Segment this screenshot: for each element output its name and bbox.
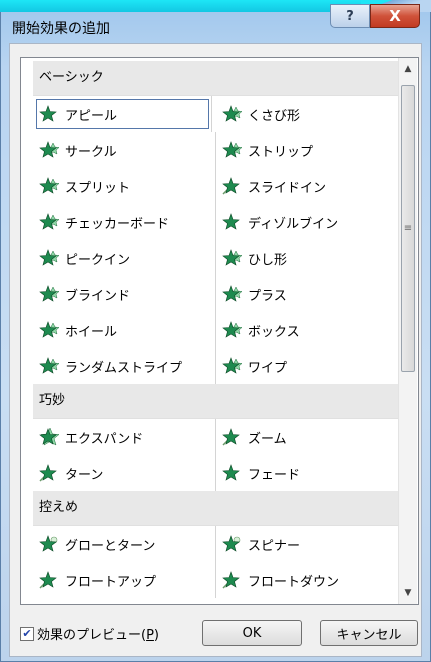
star-burst-icon [39,249,61,267]
effect-item[interactable]: プラス [216,276,403,312]
star-burst-icon [39,321,61,339]
star-fly-icon [39,464,61,482]
star-fly-icon [222,177,244,195]
effect-item[interactable]: ボックス [216,312,403,348]
help-button[interactable]: ? [330,4,370,28]
star-glow-icon [39,535,61,553]
star-burst-icon [39,285,61,303]
star-burst-icon [222,285,244,303]
star-burst-icon [39,213,61,231]
effect-item[interactable]: ホイール [33,312,216,348]
star-fly-icon [39,571,61,589]
effect-item[interactable]: フェード [216,455,403,491]
category-header: 控えめ [33,491,403,526]
cancel-button[interactable]: キャンセル [320,620,418,646]
checkbox-box[interactable]: ✔ [20,626,34,641]
effect-item[interactable]: スライドイン [216,168,403,204]
scroll-thumb[interactable]: ≡ [401,85,415,372]
effect-item[interactable]: フロートアップ [33,562,216,598]
effect-item[interactable]: スプリット [33,168,216,204]
star-burst-icon [222,357,244,375]
star-green-icon [39,105,61,123]
effect-label: プラス [248,288,287,304]
scroll-up-arrow-icon[interactable]: ▲ [399,60,417,78]
effect-label: ストリップ [248,144,314,160]
effect-label: チェッカーボード [65,216,170,232]
effect-item[interactable]: フロートダウン [216,562,403,598]
star-green-icon [222,464,244,482]
effect-item[interactable]: サークル [33,132,216,168]
effect-label: フロートアップ [65,574,157,590]
effect-item[interactable]: くさび形 [216,96,403,132]
star-fly-icon [222,571,244,589]
effect-item[interactable]: ひし形 [216,240,403,276]
category-header: 巧妙 [33,384,403,419]
star-glow-icon [222,535,244,553]
star-burst-icon [39,357,61,375]
effect-item[interactable]: ブラインド [33,276,216,312]
effect-item[interactable]: ターン [33,455,216,491]
effect-grid: グローとターン スピナーフロートアップ フロートダウン [33,526,403,598]
preview-checkbox[interactable]: ✔ 効果のプレビュー(P) [20,624,159,643]
star-expand-icon [39,428,61,446]
star-burst-icon [39,177,61,195]
dialog-footer: ✔ 効果のプレビュー(P) OK キャンセル [20,618,420,648]
effects-list[interactable]: ベーシックアピール くさび形サークル ストリップスプリット スライドインチェッカーボー… [20,57,419,605]
effect-item[interactable]: スピナー [216,526,403,562]
effect-item[interactable]: ランダムストライプ [33,348,216,384]
effect-label: ひし形 [248,252,288,268]
effect-item[interactable]: チェッカーボード [33,204,216,240]
effect-label: ランダムストライプ [65,360,183,376]
effect-label: ターン [65,467,104,483]
effect-label: エクスパンド [65,431,144,447]
effect-label: サークル [65,144,117,160]
effect-item[interactable]: エクスパンド [33,419,216,455]
effect-label: ディゾルブイン [248,216,339,232]
scroll-down-arrow-icon[interactable]: ▼ [399,584,417,602]
effect-grid: アピール くさび形サークル ストリップスプリット スライドインチェッカーボード ディゾル… [33,96,403,384]
effect-label: スピナー [248,538,301,554]
effect-item[interactable]: ピークイン [33,240,216,276]
effect-item[interactable]: アピール [33,96,212,132]
star-burst-icon [222,249,244,267]
star-green-icon [222,213,244,231]
star-burst-icon [222,105,244,123]
effect-item[interactable]: ワイプ [216,348,403,384]
effect-label: ホイール [65,324,118,340]
effects-list-content: ベーシックアピール くさび形サークル ストリップスプリット スライドインチェッカーボー… [33,61,403,598]
effect-label: くさび形 [248,108,301,124]
star-burst-icon [222,141,244,159]
effect-item[interactable]: ズーム [216,419,403,455]
effect-label: ボックス [248,324,300,340]
effect-grid: エクスパンド ズームターン フェード [33,419,403,491]
ok-button[interactable]: OK [202,620,302,646]
effect-label: ブラインド [65,288,131,304]
vertical-scrollbar[interactable]: ▲ ≡ ▼ [398,58,417,604]
effect-item[interactable]: グローとターン [33,526,216,562]
effect-label: アピール [65,108,118,124]
star-burst-icon [39,141,61,159]
effect-label: スライドイン [248,180,327,196]
dialog-title: 開始効果の追加 [12,21,110,37]
star-burst-icon [222,321,244,339]
category-header: ベーシック [33,61,403,96]
effect-label: ピークイン [65,252,131,268]
close-button[interactable]: X [370,4,420,28]
effect-label: ワイプ [248,360,288,376]
effect-label: グローとターン [65,538,156,554]
effect-label: フロートダウン [248,574,340,590]
effect-item[interactable]: ディゾルブイン [216,204,403,240]
effect-label: ズーム [248,431,287,447]
preview-label: 効果のプレビュー(P) [37,628,159,643]
star-fly-icon [222,428,244,446]
effect-label: スプリット [65,180,131,196]
effect-item[interactable]: ストリップ [216,132,403,168]
effect-label: フェード [248,467,301,483]
